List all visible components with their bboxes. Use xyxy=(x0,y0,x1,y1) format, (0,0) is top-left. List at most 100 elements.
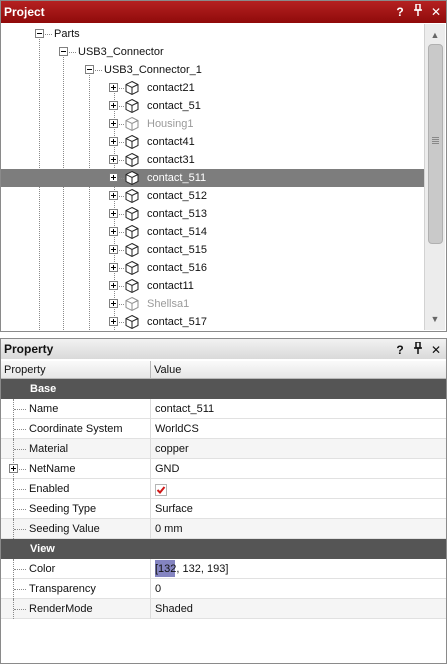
collapse-icon[interactable] xyxy=(59,47,68,56)
property-value[interactable]: 0 mm xyxy=(155,519,183,539)
property-name: Transparency xyxy=(29,583,96,595)
tree-node[interactable]: Housing1 xyxy=(1,115,424,133)
part-cube-icon xyxy=(124,206,140,222)
expand-icon[interactable] xyxy=(109,245,118,254)
expand-icon[interactable] xyxy=(109,173,118,182)
tree-node[interactable]: contact_513 xyxy=(1,205,424,223)
value-column-header[interactable]: Value xyxy=(151,361,181,379)
property-column-header[interactable]: Property xyxy=(1,361,46,379)
part-cube-icon xyxy=(124,314,140,330)
expand-icon[interactable] xyxy=(109,137,118,146)
tree-node[interactable]: contact_514 xyxy=(1,223,424,241)
property-name: Name xyxy=(29,403,59,415)
expand-icon[interactable] xyxy=(109,101,118,110)
property-row[interactable]: NetName GND xyxy=(1,459,446,479)
tree-node[interactable]: contact21 xyxy=(1,79,424,97)
property-value[interactable]: Surface xyxy=(155,499,193,519)
tree-node[interactable]: Shellsa1 xyxy=(1,295,424,313)
tree-node[interactable]: contact31 xyxy=(1,151,424,169)
close-button[interactable]: ✕ xyxy=(430,4,442,20)
pin-icon[interactable] xyxy=(412,3,424,20)
tree-node[interactable]: Parts xyxy=(1,25,424,43)
property-name: Color xyxy=(29,563,56,575)
row-gutter xyxy=(1,499,26,519)
section-label: View xyxy=(30,543,55,555)
close-button[interactable]: ✕ xyxy=(430,342,442,358)
help-button[interactable]: ? xyxy=(394,342,406,358)
property-name: Material xyxy=(29,443,69,455)
expand-icon[interactable] xyxy=(109,227,118,236)
expand-icon[interactable] xyxy=(9,464,18,473)
expand-icon[interactable] xyxy=(109,119,118,128)
tree-node-label: Shellsa1 xyxy=(147,298,190,310)
property-value[interactable]: contact_511 xyxy=(155,399,214,419)
property-row[interactable]: Transparency 0 xyxy=(1,579,446,599)
property-section-header: Base xyxy=(1,379,446,399)
enabled-checkbox[interactable] xyxy=(155,483,167,496)
project-title: Project xyxy=(4,5,45,19)
property-name: NetName xyxy=(29,463,76,475)
help-button[interactable]: ? xyxy=(394,4,406,20)
tree-node[interactable]: contact41 xyxy=(1,133,424,151)
expand-icon[interactable] xyxy=(109,155,118,164)
scrollbar-thumb[interactable] xyxy=(428,44,443,244)
property-name: Coordinate System xyxy=(29,423,123,435)
property-value[interactable]: 0 xyxy=(155,579,161,599)
part-cube-icon xyxy=(124,260,140,276)
property-value[interactable]: Shaded xyxy=(155,599,193,619)
property-value[interactable]: copper xyxy=(155,439,189,459)
property-name: RenderMode xyxy=(29,603,93,615)
property-section-header: View xyxy=(1,539,446,559)
tree-node[interactable]: contact11 xyxy=(1,277,424,295)
property-panel: Property ? ✕ Property Value Base Name cont… xyxy=(0,338,447,664)
property-row[interactable]: Seeding Type Surface xyxy=(1,499,446,519)
tree-node[interactable]: USB3_Connector_1 xyxy=(1,61,424,79)
collapse-icon[interactable] xyxy=(35,29,44,38)
collapse-icon[interactable] xyxy=(85,65,94,74)
grip-icon xyxy=(432,137,439,144)
property-value[interactable]: WorldCS xyxy=(155,419,199,439)
part-cube-icon xyxy=(124,134,140,150)
property-value[interactable]: GND xyxy=(155,459,179,479)
expand-icon[interactable] xyxy=(109,209,118,218)
scroll-up-icon[interactable]: ▲ xyxy=(427,27,443,43)
tree-node[interactable]: contact_511 xyxy=(1,169,424,187)
tree-node-label: contact_513 xyxy=(147,208,207,220)
property-name: Seeding Value xyxy=(29,523,100,535)
property-row[interactable]: RenderMode Shaded xyxy=(1,599,446,619)
project-tree[interactable]: Parts USB3_Connector USB3_Connector_1 conta… xyxy=(1,24,424,330)
pin-icon[interactable] xyxy=(412,341,424,358)
tree-node[interactable]: USB3_Connector xyxy=(1,43,424,61)
expand-icon[interactable] xyxy=(109,281,118,290)
property-row[interactable]: Material copper xyxy=(1,439,446,459)
property-row[interactable]: Name contact_511 xyxy=(1,399,446,419)
tree-node-label: contact_515 xyxy=(147,244,207,256)
part-cube-icon xyxy=(124,170,140,186)
tree-node-label: contact_511 xyxy=(147,172,207,184)
tree-node[interactable]: contact_512 xyxy=(1,187,424,205)
expand-icon[interactable] xyxy=(109,191,118,200)
row-gutter xyxy=(1,399,26,419)
tree-node-label: contact31 xyxy=(147,154,195,166)
expand-icon[interactable] xyxy=(109,317,118,326)
project-scrollbar[interactable]: ▲ ▼ xyxy=(424,24,445,330)
property-title: Property xyxy=(4,342,54,356)
expand-icon[interactable] xyxy=(109,299,118,308)
tree-node[interactable]: contact_517 xyxy=(1,313,424,330)
property-value[interactable]: [132, 132, 193] xyxy=(155,559,228,579)
tree-node[interactable]: contact_516 xyxy=(1,259,424,277)
property-row[interactable]: Enabled xyxy=(1,479,446,499)
scroll-down-icon[interactable]: ▼ xyxy=(427,311,443,327)
project-title-bar: Project ? ✕ xyxy=(1,1,446,23)
property-row[interactable]: Coordinate System WorldCS xyxy=(1,419,446,439)
tree-node[interactable]: contact_515 xyxy=(1,241,424,259)
property-name: Seeding Type xyxy=(29,503,97,515)
property-row[interactable]: Color [132, 132, 193] xyxy=(1,559,446,579)
expand-icon[interactable] xyxy=(109,83,118,92)
tree-connector xyxy=(69,52,76,53)
tree-node[interactable]: contact_51 xyxy=(1,97,424,115)
row-gutter xyxy=(1,479,26,499)
property-row[interactable]: Seeding Value 0 mm xyxy=(1,519,446,539)
expand-icon[interactable] xyxy=(109,263,118,272)
tree-connector xyxy=(95,70,102,71)
